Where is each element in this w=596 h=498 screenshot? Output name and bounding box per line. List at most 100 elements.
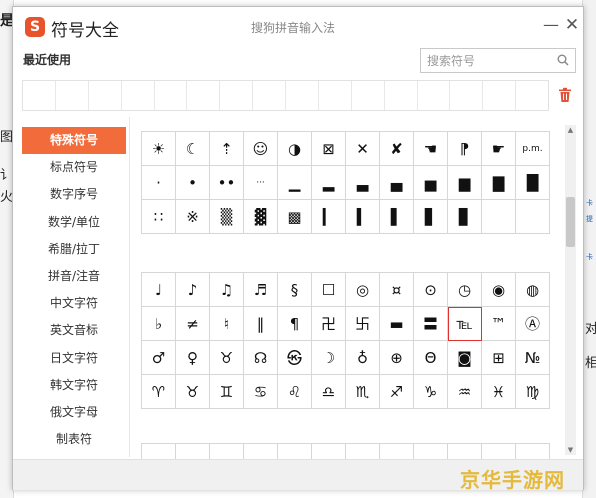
recent-symbol-cell[interactable] bbox=[122, 81, 155, 110]
scroll-up-icon[interactable]: ▲ bbox=[565, 125, 576, 135]
symbol-cell[interactable]: 卐 bbox=[346, 307, 380, 341]
recent-symbol-cell[interactable] bbox=[450, 81, 484, 110]
symbol-cell[interactable]: ♊ bbox=[210, 375, 244, 409]
recent-symbol-cell[interactable] bbox=[56, 81, 89, 110]
symbol-cell[interactable]: ◙ bbox=[448, 341, 482, 375]
symbol-cell[interactable]: ※ bbox=[176, 200, 210, 234]
title-bar[interactable]: S 符号大全 搜狗拼音输入法 — ✕ bbox=[13, 7, 583, 45]
vertical-scrollbar[interactable]: ▲ ▼ bbox=[565, 125, 576, 455]
symbol-cell[interactable]: ♮ bbox=[210, 307, 244, 341]
symbol-cell[interactable]: · bbox=[176, 444, 210, 459]
symbol-cell[interactable]: ♈ bbox=[142, 375, 176, 409]
recent-symbol-cell[interactable] bbox=[220, 81, 254, 110]
symbol-cell[interactable]: Ⓐ bbox=[516, 307, 550, 341]
symbol-cell[interactable]: · bbox=[244, 444, 278, 459]
category-item[interactable]: 日文字符 bbox=[22, 345, 126, 372]
symbol-cell[interactable]: ▬ bbox=[380, 307, 414, 341]
category-item[interactable]: 标点符号 bbox=[22, 154, 126, 181]
symbol-cell[interactable]: · bbox=[278, 444, 312, 459]
symbol-cell[interactable]: ♭ bbox=[142, 307, 176, 341]
recent-symbol-cell[interactable] bbox=[286, 81, 319, 110]
symbol-cell[interactable]: ··· bbox=[244, 166, 278, 200]
symbol-cell[interactable]: ¤ bbox=[380, 273, 414, 307]
recent-symbol-cell[interactable] bbox=[319, 81, 352, 110]
category-item[interactable]: 制表符 bbox=[22, 426, 126, 453]
symbol-cell[interactable]: ▌ bbox=[380, 200, 414, 234]
symbol-cell[interactable]: █ bbox=[516, 166, 550, 200]
symbol-cell[interactable]: · bbox=[482, 444, 516, 459]
recent-symbol-cell[interactable] bbox=[418, 81, 451, 110]
symbol-cell[interactable]: ✕ bbox=[346, 132, 380, 166]
symbol-cell[interactable]: · bbox=[414, 444, 448, 459]
symbol-cell[interactable]: ▁ bbox=[278, 166, 312, 200]
symbol-cell[interactable]: ♎ bbox=[312, 375, 346, 409]
recent-symbol-cell[interactable] bbox=[352, 81, 385, 110]
symbol-cell[interactable]: ♑ bbox=[414, 375, 448, 409]
symbol-cell[interactable]: ♍ bbox=[516, 375, 550, 409]
symbol-cell[interactable]: p.m. bbox=[516, 132, 550, 166]
symbol-cell[interactable]: ∷ bbox=[142, 200, 176, 234]
symbol-cell[interactable]: ☽ bbox=[312, 341, 346, 375]
symbol-cell[interactable] bbox=[482, 200, 516, 234]
scroll-thumb[interactable] bbox=[566, 197, 575, 247]
recent-symbol-cell[interactable] bbox=[253, 81, 286, 110]
symbol-cell[interactable] bbox=[516, 200, 550, 234]
category-item[interactable]: 数学/单位 bbox=[22, 209, 126, 236]
recent-symbol-cell[interactable] bbox=[516, 81, 548, 110]
symbol-cell[interactable]: ⊙ bbox=[414, 273, 448, 307]
symbol-cell[interactable]: ▍ bbox=[346, 200, 380, 234]
symbol-cell[interactable]: ▃ bbox=[346, 166, 380, 200]
symbol-cell[interactable]: · bbox=[448, 444, 482, 459]
recent-symbol-cell[interactable] bbox=[483, 81, 517, 110]
scroll-down-icon[interactable]: ▼ bbox=[565, 445, 576, 455]
symbol-cell[interactable]: ♌ bbox=[278, 375, 312, 409]
category-item[interactable]: 俄文字母 bbox=[22, 399, 126, 426]
recent-symbol-cell[interactable] bbox=[155, 81, 188, 110]
category-item[interactable]: 英文音标 bbox=[22, 317, 126, 344]
symbol-cell[interactable]: ◍ bbox=[516, 273, 550, 307]
category-item[interactable]: 希腊/拉丁 bbox=[22, 236, 126, 263]
symbol-cell[interactable]: ⊠ bbox=[312, 132, 346, 166]
symbol-cell[interactable]: ▎ bbox=[312, 200, 346, 234]
symbol-cell[interactable]: ‖ bbox=[244, 307, 278, 341]
category-item[interactable]: 韩文字符 bbox=[22, 372, 126, 399]
category-item[interactable]: 数字序号 bbox=[22, 181, 126, 208]
symbol-cell[interactable]: ▊ bbox=[448, 200, 482, 234]
symbol-cell[interactable]: № bbox=[516, 341, 550, 375]
symbol-cell[interactable]: ☐ bbox=[312, 273, 346, 307]
symbol-cell[interactable]: ☀ bbox=[142, 132, 176, 166]
symbol-cell[interactable]: ♁ bbox=[346, 341, 380, 375]
symbol-cell[interactable]: ▆ bbox=[448, 166, 482, 200]
symbol-cell[interactable]: •• bbox=[210, 166, 244, 200]
symbol-cell[interactable]: ℡ bbox=[448, 307, 482, 341]
symbol-cell[interactable]: • bbox=[176, 166, 210, 200]
symbol-cell[interactable]: ¶ bbox=[278, 307, 312, 341]
symbol-cell[interactable]: ♏ bbox=[346, 375, 380, 409]
symbol-cell[interactable]: ◑ bbox=[278, 132, 312, 166]
close-icon[interactable]: ✕ bbox=[562, 15, 582, 35]
symbol-cell[interactable]: ♪ bbox=[176, 273, 210, 307]
symbol-cell[interactable]: ♒ bbox=[448, 375, 482, 409]
symbol-cell[interactable]: · bbox=[312, 444, 346, 459]
symbol-cell[interactable]: ♩ bbox=[142, 273, 176, 307]
symbol-cell[interactable]: ♫ bbox=[210, 273, 244, 307]
symbol-cell[interactable]: · bbox=[516, 444, 550, 459]
symbol-cell[interactable]: · bbox=[380, 444, 414, 459]
recent-symbol-cell[interactable] bbox=[23, 81, 56, 110]
symbol-cell[interactable]: ♬ bbox=[244, 273, 278, 307]
category-item[interactable]: 拼音/注音 bbox=[22, 263, 126, 290]
symbol-cell[interactable]: ♉ bbox=[176, 375, 210, 409]
search-box[interactable] bbox=[420, 48, 576, 73]
symbol-cell[interactable]: · bbox=[346, 444, 380, 459]
symbol-cell[interactable]: · bbox=[142, 444, 176, 459]
category-item[interactable]: 特殊符号 bbox=[22, 127, 126, 155]
symbol-cell[interactable]: ☾ bbox=[176, 132, 210, 166]
symbol-cell[interactable]: ♓ bbox=[482, 375, 516, 409]
symbol-cell[interactable]: Θ bbox=[414, 341, 448, 375]
search-input[interactable] bbox=[421, 49, 549, 72]
symbol-cell[interactable]: ♂ bbox=[142, 341, 176, 375]
recent-symbol-cell[interactable] bbox=[187, 81, 221, 110]
symbol-cell[interactable]: ♉ bbox=[210, 341, 244, 375]
minimize-icon[interactable]: — bbox=[541, 15, 561, 35]
symbol-cell[interactable]: ⇡ bbox=[210, 132, 244, 166]
